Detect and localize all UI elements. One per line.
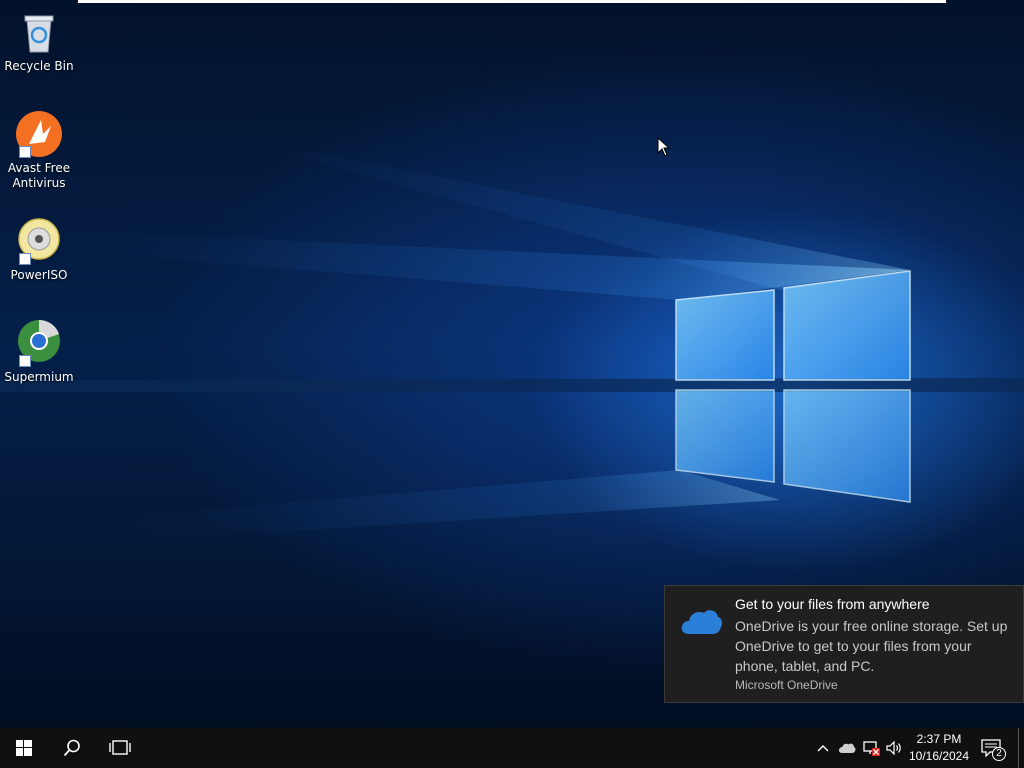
- desktop-icon-label: Supermium: [4, 370, 74, 384]
- clock-date: 10/16/2024: [908, 749, 970, 763]
- show-desktop-button[interactable]: [1018, 728, 1024, 768]
- network-disconnected-icon: [863, 741, 880, 756]
- shortcut-arrow-icon: [19, 146, 31, 158]
- recycle-bin-icon: [24, 15, 54, 53]
- toast-title: Get to your files from anywhere: [735, 596, 930, 612]
- taskbar: 2:37 PM 10/16/2024 2: [0, 728, 1024, 768]
- mouse-cursor-icon: [657, 137, 671, 157]
- desktop[interactable]: Recycle Bin Avast Free Antivirus PowerIS…: [0, 0, 1024, 768]
- desktop-icon-avast[interactable]: Avast Free Antivirus: [1, 110, 77, 191]
- chevron-up-icon: [817, 745, 829, 752]
- shortcut-arrow-icon: [19, 355, 31, 367]
- desktop-icon-supermium[interactable]: Supermium: [1, 319, 77, 385]
- search-icon: [63, 739, 80, 757]
- windows-logo-icon: [16, 740, 32, 756]
- onedrive-cloud-icon: [681, 610, 722, 634]
- search-button[interactable]: [48, 728, 96, 768]
- volume-icon: [886, 741, 901, 755]
- show-hidden-icons-button[interactable]: [812, 728, 834, 768]
- shortcut-arrow-icon: [19, 253, 31, 265]
- top-white-strip: [78, 0, 946, 3]
- start-button[interactable]: [0, 728, 48, 768]
- volume-tray-button[interactable]: [884, 728, 906, 768]
- network-tray-button[interactable]: [860, 728, 882, 768]
- task-view-button[interactable]: [96, 728, 144, 768]
- desktop-icon-label: Recycle Bin: [4, 59, 74, 73]
- action-center-button[interactable]: 2: [976, 728, 1006, 768]
- desktop-icon-recycle-bin[interactable]: Recycle Bin: [1, 8, 77, 74]
- onedrive-tray-button[interactable]: [836, 728, 858, 768]
- toast-source: Microsoft OneDrive: [735, 678, 838, 692]
- task-view-icon: [109, 740, 131, 755]
- clock-time: 2:37 PM: [916, 732, 962, 746]
- onedrive-toast-notification[interactable]: Get to your files from anywhere OneDrive…: [664, 585, 1024, 703]
- desktop-icon-poweriso[interactable]: PowerISO: [1, 217, 77, 283]
- taskbar-clock[interactable]: 2:37 PM 10/16/2024: [906, 731, 972, 765]
- desktop-icon-label: Antivirus: [12, 176, 66, 190]
- desktop-icon-label: PowerISO: [10, 268, 68, 282]
- toast-body: OneDrive is your free online storage. Se…: [735, 618, 1008, 674]
- desktop-icon-label: Avast Free: [7, 161, 71, 175]
- onedrive-icon: [838, 743, 856, 753]
- notification-count-badge: 2: [992, 747, 1006, 761]
